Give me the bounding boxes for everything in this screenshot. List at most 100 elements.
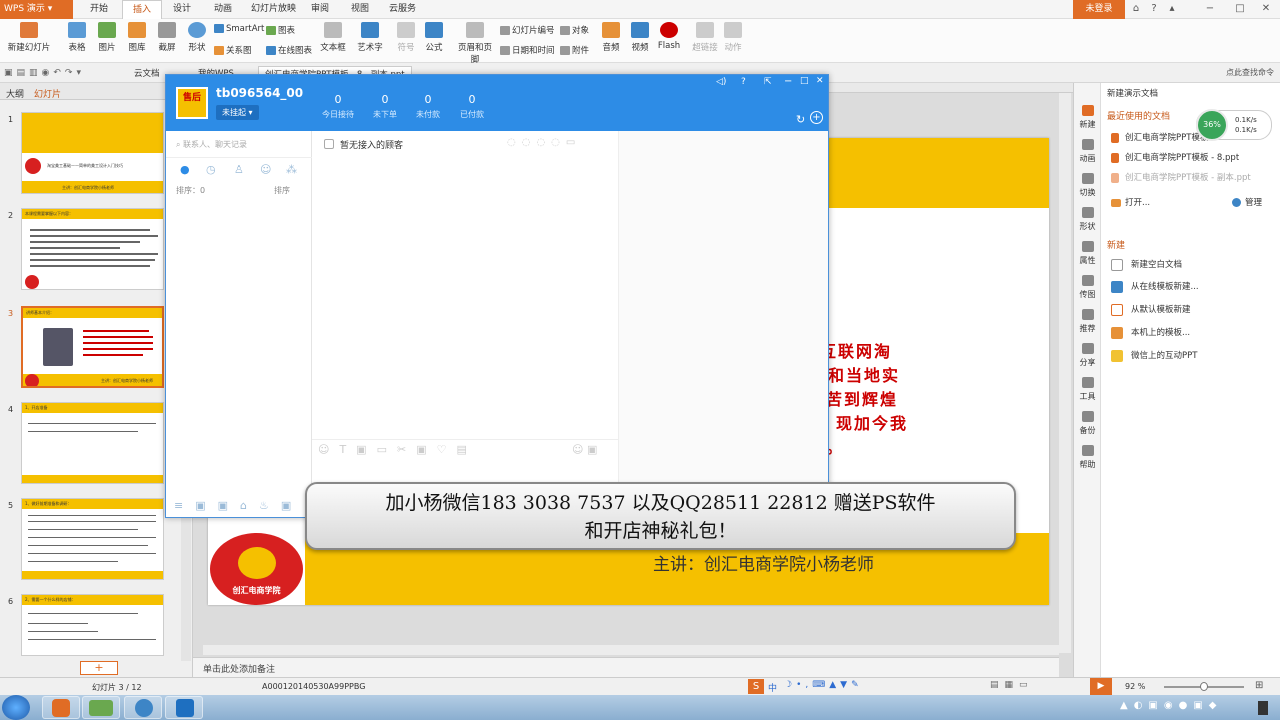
- system-tray-icons[interactable]: ▲◐▣◉●▣◆: [1120, 700, 1222, 711]
- tab-outline[interactable]: 大纲: [6, 87, 24, 100]
- maximize-icon[interactable]: □: [1232, 2, 1248, 16]
- slide-thumb[interactable]: 1、做好前期准备和调研：: [21, 498, 164, 580]
- shop-avatar[interactable]: 售后: [176, 87, 208, 119]
- view-mode-icons[interactable]: ▤▦▭: [990, 680, 1034, 690]
- show-desktop-icon[interactable]: [1258, 701, 1268, 715]
- new-blank[interactable]: 新建空白文档: [1111, 258, 1182, 271]
- slide-thumb-selected[interactable]: 讲师基本介绍： 主讲：创汇电商学院小杨老师: [21, 306, 164, 388]
- audio-button[interactable]: 音频: [598, 22, 624, 53]
- slide-thumb[interactable]: 淘宝美工基础——简单的美工设计入门技巧 主讲：创汇电商学院小杨老师: [21, 112, 164, 194]
- date-time-button[interactable]: 日期和时间: [500, 44, 555, 56]
- new-from-online[interactable]: 从在线模板新建...: [1111, 280, 1199, 293]
- skin-icon[interactable]: ⌂: [1128, 2, 1144, 16]
- new-from-local[interactable]: 本机上的模板...: [1111, 326, 1190, 339]
- group-tab-icon[interactable]: ☺: [260, 163, 271, 176]
- slide-thumb[interactable]: 1、开店准备: [21, 402, 164, 484]
- slide-thumb[interactable]: 本课程需要掌握以下内容：: [21, 208, 164, 290]
- ribbon-toggle-icon[interactable]: ▴: [1164, 2, 1180, 16]
- hyperlink-button[interactable]: 超链接: [690, 22, 720, 53]
- tab-view[interactable]: 视图: [351, 0, 369, 19]
- maximize-icon[interactable]: □: [800, 76, 809, 86]
- recent-doc[interactable]: 创汇电商学院PPT模板: [1111, 131, 1208, 143]
- sort-button[interactable]: 排序: [274, 185, 290, 196]
- chat-tab-icon[interactable]: ●: [180, 163, 190, 176]
- side-new-button[interactable]: 新建: [1076, 105, 1099, 130]
- side-backup-button[interactable]: 备份: [1076, 411, 1099, 436]
- quick-access-icons[interactable]: ▣▤▥◉↶↷▾: [4, 68, 104, 78]
- side-share-button[interactable]: 分享: [1076, 343, 1099, 368]
- recent-doc[interactable]: 创汇电商学院PPT模板 - 8.ppt: [1111, 151, 1239, 163]
- side-shapes-button[interactable]: 形状: [1076, 207, 1099, 232]
- app-taskbar-button[interactable]: [165, 696, 203, 719]
- ime-mode[interactable]: 中: [768, 681, 777, 694]
- minimize-icon[interactable]: −: [1202, 2, 1218, 16]
- flash-button[interactable]: Flash: [656, 22, 682, 51]
- play-slideshow-button[interactable]: ▶: [1090, 678, 1112, 695]
- start-button[interactable]: [2, 695, 30, 720]
- new-slide-button[interactable]: 新建幻灯片: [4, 22, 54, 53]
- new-from-default[interactable]: 从默认模板新建: [1111, 303, 1191, 316]
- tab-review[interactable]: 审阅: [311, 0, 329, 19]
- input-tool-icons[interactable]: ☺T▣▭✂▣♡▤: [318, 443, 477, 456]
- formula-button[interactable]: 公式: [422, 22, 446, 53]
- gallery-button[interactable]: 图库: [124, 22, 150, 53]
- shapes-button[interactable]: 形状: [184, 22, 210, 53]
- tab-home[interactable]: 开始: [90, 0, 108, 19]
- online-chart-button[interactable]: 在线图表: [266, 44, 312, 56]
- side-animation-button[interactable]: 动画: [1076, 139, 1099, 164]
- side-tools-button[interactable]: 工具: [1076, 377, 1099, 402]
- user-tab-icon[interactable]: ♙: [234, 163, 244, 176]
- side-help-button[interactable]: 帮助: [1076, 445, 1099, 470]
- vertical-scrollbar[interactable]: [1059, 93, 1071, 653]
- refresh-icon[interactable]: ↻: [796, 113, 805, 126]
- tab-insert[interactable]: 插入: [122, 0, 163, 20]
- object-button[interactable]: 对象: [560, 24, 589, 36]
- tab-cloud[interactable]: 云服务: [389, 0, 416, 19]
- action-button[interactable]: 动作: [720, 22, 746, 53]
- tab-design[interactable]: 设计: [173, 0, 191, 19]
- doc-tab-cloud[interactable]: 云文档: [128, 66, 166, 82]
- side-transition-button[interactable]: 切换: [1076, 173, 1099, 198]
- side-properties-button[interactable]: 属性: [1076, 241, 1099, 266]
- new-wechat-ppt[interactable]: 微信上的互动PPT: [1111, 349, 1197, 362]
- table-button[interactable]: 表格: [64, 22, 90, 53]
- textbox-button[interactable]: 文本框: [316, 22, 350, 53]
- side-upload-button[interactable]: 传图: [1076, 275, 1099, 300]
- close-icon[interactable]: ✕: [816, 76, 824, 86]
- close-icon[interactable]: ✕: [1258, 2, 1274, 16]
- picture-button[interactable]: 图片: [94, 22, 120, 53]
- open-button[interactable]: 打开...: [1111, 196, 1150, 208]
- tab-slides[interactable]: 幻灯片: [34, 87, 61, 100]
- fit-window-icon[interactable]: ⊞: [1255, 680, 1263, 691]
- notes-pane[interactable]: 单击此处添加备注: [193, 657, 1059, 677]
- ie-taskbar-button[interactable]: [124, 696, 162, 719]
- ime-tools-icons[interactable]: ☽•,⌨▲▼✎: [784, 680, 863, 690]
- 4y4-taskbar-button[interactable]: [82, 696, 120, 719]
- zoom-handle[interactable]: [1200, 682, 1208, 691]
- relation-button[interactable]: 关系图: [214, 44, 252, 56]
- network-monitor[interactable]: 36% 0.1K/s 0.1K/s: [1196, 109, 1272, 141]
- login-button[interactable]: 未登录: [1073, 0, 1125, 19]
- recent-doc[interactable]: 创汇电商学院PPT模板 - 副本.ppt: [1111, 171, 1251, 183]
- volume-icon[interactable]: ◁): [716, 77, 726, 87]
- side-recommend-button[interactable]: 推荐: [1076, 309, 1099, 334]
- history-tab-icon[interactable]: ◷: [206, 163, 216, 176]
- network-tab-icon[interactable]: ⁂: [286, 163, 297, 176]
- status-dropdown[interactable]: 未挂起 ▾: [216, 105, 259, 120]
- attachment-button[interactable]: 附件: [560, 44, 589, 56]
- app-menu-button[interactable]: WPS 演示 ▾: [0, 0, 73, 19]
- arttext-button[interactable]: 艺术字: [353, 22, 387, 53]
- sogou-ime-icon[interactable]: S: [748, 679, 764, 694]
- slide-number-button[interactable]: 幻灯片编号: [500, 24, 555, 36]
- wps-taskbar-button[interactable]: [42, 696, 80, 719]
- tab-animation[interactable]: 动画: [214, 0, 232, 19]
- help-icon[interactable]: ?: [1146, 2, 1162, 16]
- bottom-tool-icons[interactable]: ≡▣▣⌂♨▣: [174, 499, 303, 512]
- help-icon[interactable]: ?: [741, 77, 746, 87]
- add-slide-button[interactable]: +: [80, 661, 118, 675]
- screenshot-button[interactable]: 截屏: [154, 22, 180, 53]
- command-search[interactable]: 点此查找命令: [1226, 67, 1274, 78]
- horizontal-scrollbar[interactable]: [203, 645, 1059, 655]
- chat-tool-icons[interactable]: ◌◌◌◌▭: [507, 137, 581, 148]
- slide-thumb[interactable]: 2、需要一个什么样的店铺：: [21, 594, 164, 656]
